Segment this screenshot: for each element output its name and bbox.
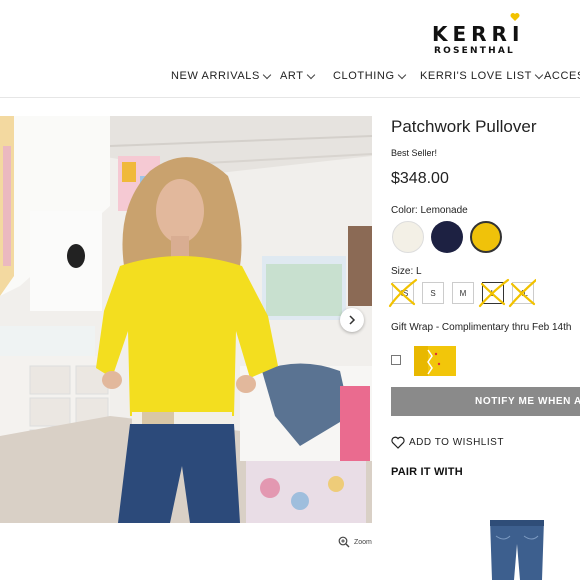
best-seller-badge: Best Seller! [391,148,438,158]
header-divider [0,97,580,98]
nav-art[interactable]: ART [280,70,315,82]
gift-wrap-illustration [414,346,456,376]
main-nav: NEW ARRIVALS ART CLOTHING KERRI'S LOVE L… [0,70,580,86]
nav-label: ART [280,70,304,82]
nav-new-arrivals[interactable]: NEW ARRIVALS [171,70,272,82]
heart-logo-icon [510,13,520,21]
zoom-icon [338,536,350,548]
brand-logo-line1: KERRI [432,22,525,46]
add-to-wishlist-button[interactable]: ADD TO WISHLIST [391,436,504,449]
color-swatch-navy[interactable] [431,221,463,253]
brand-logo[interactable]: KERRI ROSENTHAL [426,13,536,58]
product-title: Patchwork Pullover [391,117,537,136]
wishlist-label: ADD TO WISHLIST [409,437,504,448]
chevron-right-icon [349,315,356,325]
brand-logo-line2: ROSENTHAL [434,46,515,56]
sold-out-marks [388,278,536,308]
color-label: Color: Lemonade [391,205,468,216]
nav-label: CLOTHING [333,70,395,82]
jeans-thumbnail [490,520,544,580]
product-image[interactable] [0,116,372,523]
gift-wrap-label: Gift Wrap - Complimentary thru Feb 14th [391,322,572,333]
next-image-button[interactable] [340,308,364,332]
heart-icon [391,436,405,449]
gift-wrap-checkbox[interactable] [391,355,401,365]
nav-label: KERRI'S LOVE LIST [420,70,532,82]
chevron-down-icon [306,70,315,79]
gift-wrap-image [414,346,456,376]
chevron-down-icon [397,70,406,79]
nav-label: NEW ARRIVALS [171,70,260,82]
nav-accessories[interactable]: ACCES [544,70,580,82]
color-swatch-cream[interactable] [392,221,424,253]
nav-clothing[interactable]: CLOTHING [333,70,406,82]
chevron-down-icon [262,70,272,79]
chevron-down-icon [534,70,544,79]
sold-out-mark-l [478,278,510,308]
sold-out-mark-xs [390,282,416,306]
product-photo-illustration [0,116,372,523]
notify-me-button[interactable]: NOTIFY ME WHEN A [391,387,580,416]
product-price: $348.00 [391,170,449,187]
recommended-product-jeans[interactable] [486,516,548,580]
zoom-control[interactable]: Zoom [338,536,372,548]
color-swatch-lemonade[interactable] [470,221,502,253]
zoom-label: Zoom [354,538,372,546]
pair-it-with-heading: PAIR IT WITH [391,466,463,478]
nav-label: ACCES [544,70,580,82]
nav-love-list[interactable]: KERRI'S LOVE LIST [420,70,544,82]
